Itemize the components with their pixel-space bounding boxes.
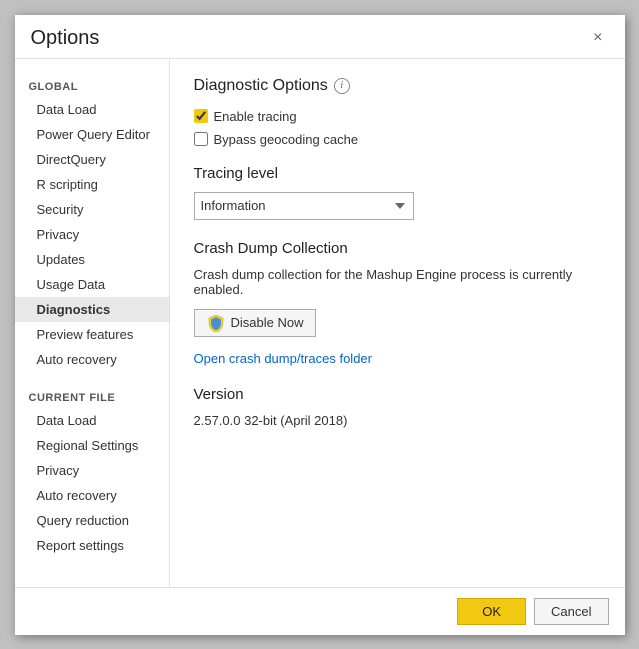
bypass-geocoding-row: Bypass geocoding cache: [194, 132, 601, 147]
sidebar-item-power-query-editor[interactable]: Power Query Editor: [15, 122, 169, 147]
title-bar: Options ×: [15, 15, 625, 59]
sidebar-item-r-scripting[interactable]: R scripting: [15, 172, 169, 197]
sidebar-item-updates[interactable]: Updates: [15, 247, 169, 272]
close-button[interactable]: ×: [587, 27, 608, 49]
sidebar-item-preview-features[interactable]: Preview features: [15, 322, 169, 347]
bypass-geocoding-checkbox[interactable]: [194, 132, 208, 146]
ok-button[interactable]: OK: [457, 598, 526, 625]
main-content: Diagnostic Options i Enable tracing Bypa…: [170, 59, 625, 587]
version-heading: Version: [194, 386, 601, 403]
dialog-title: Options: [31, 27, 100, 50]
disable-now-label: Disable Now: [231, 315, 304, 330]
bypass-geocoding-label: Bypass geocoding cache: [214, 132, 359, 147]
heading-text: Diagnostic Options: [194, 77, 328, 95]
enable-tracing-row: Enable tracing: [194, 109, 601, 124]
sidebar: GLOBAL Data Load Power Query Editor Dire…: [15, 59, 170, 587]
disable-now-button[interactable]: Disable Now: [194, 309, 317, 337]
shield-icon: [207, 314, 225, 332]
cancel-button[interactable]: Cancel: [534, 598, 608, 625]
sidebar-item-security[interactable]: Security: [15, 197, 169, 222]
footer: OK Cancel: [15, 587, 625, 635]
enable-tracing-checkbox[interactable]: [194, 109, 208, 123]
info-icon: i: [334, 78, 350, 94]
sidebar-item-data-load[interactable]: Data Load: [15, 97, 169, 122]
content-heading: Diagnostic Options i: [194, 77, 601, 95]
enable-tracing-label: Enable tracing: [214, 109, 297, 124]
sidebar-item-diagnostics[interactable]: Diagnostics: [15, 297, 169, 322]
version-number: 2.57.0.0 32-bit (April 2018): [194, 413, 601, 428]
current-file-section-label: CURRENT FILE: [15, 382, 169, 408]
sidebar-item-regional-settings[interactable]: Regional Settings: [15, 433, 169, 458]
sidebar-item-cf-data-load[interactable]: Data Load: [15, 408, 169, 433]
global-section-label: GLOBAL: [15, 71, 169, 97]
dialog-body: GLOBAL Data Load Power Query Editor Dire…: [15, 59, 625, 587]
sidebar-item-cf-auto-recovery[interactable]: Auto recovery: [15, 483, 169, 508]
open-folder-link[interactable]: Open crash dump/traces folder: [194, 351, 372, 366]
sidebar-item-cf-privacy[interactable]: Privacy: [15, 458, 169, 483]
version-section: Version 2.57.0.0 32-bit (April 2018): [194, 386, 601, 428]
crash-dump-description: Crash dump collection for the Mashup Eng…: [194, 267, 601, 297]
tracing-level-heading: Tracing level: [194, 165, 601, 182]
sidebar-item-auto-recovery-global[interactable]: Auto recovery: [15, 347, 169, 372]
sidebar-item-usage-data[interactable]: Usage Data: [15, 272, 169, 297]
options-dialog: Options × GLOBAL Data Load Power Query E…: [15, 15, 625, 635]
sidebar-item-report-settings[interactable]: Report settings: [15, 533, 169, 558]
sidebar-item-privacy[interactable]: Privacy: [15, 222, 169, 247]
crash-dump-section: Crash Dump Collection Crash dump collect…: [194, 240, 601, 366]
tracing-level-row: Information Verbose Debug: [194, 192, 601, 220]
sidebar-item-directquery[interactable]: DirectQuery: [15, 147, 169, 172]
tracing-level-select[interactable]: Information Verbose Debug: [194, 192, 414, 220]
sidebar-item-query-reduction[interactable]: Query reduction: [15, 508, 169, 533]
crash-dump-heading: Crash Dump Collection: [194, 240, 601, 257]
